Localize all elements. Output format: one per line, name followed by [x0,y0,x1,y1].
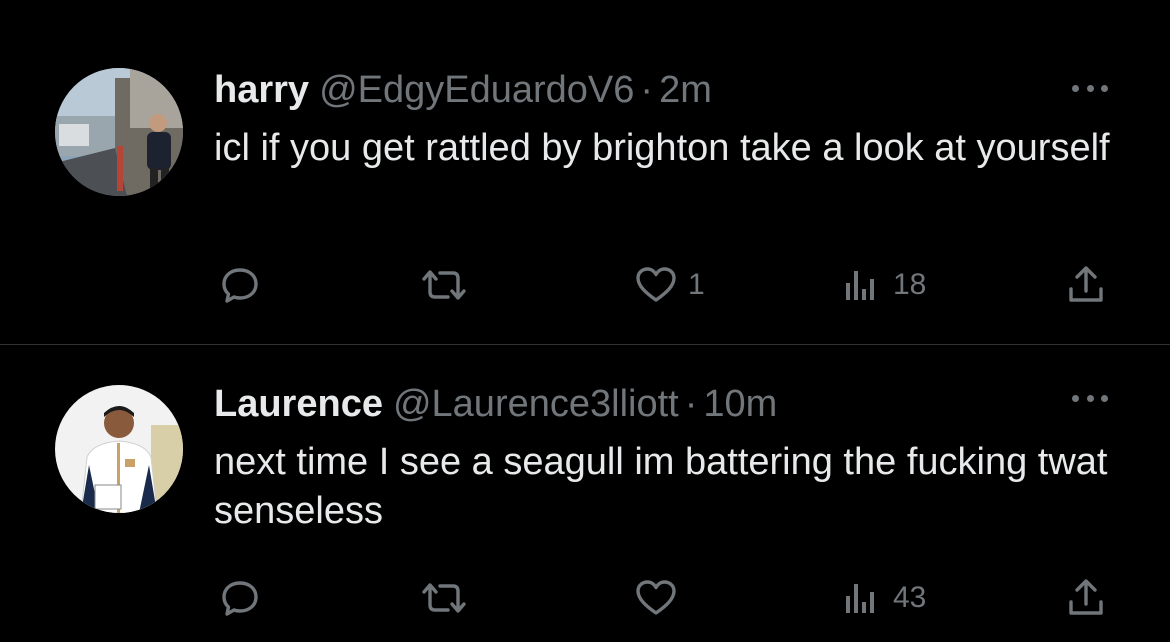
avatar[interactable] [55,68,183,196]
tweet-header: Laurence @Laurence3lliott · 10m [214,382,777,426]
views-icon [846,271,874,300]
display-name[interactable]: harry [214,68,309,112]
views-button[interactable]: 18 [843,265,926,305]
separator-dot: · [640,69,654,111]
more-icon[interactable] [1068,78,1112,98]
avatar[interactable] [55,385,183,513]
like-button[interactable] [634,578,688,618]
views-icon [846,584,874,613]
like-button[interactable]: 1 [634,265,705,305]
tweet-text: next time I see a seagull im battering t… [214,441,1108,532]
share-button[interactable] [1066,578,1106,618]
views-button[interactable]: 43 [843,578,926,618]
user-handle[interactable]: @EdgyEduardoV6 [319,68,634,112]
reply-button[interactable] [219,265,271,305]
view-count: 43 [893,581,927,614]
reply-icon [222,268,258,303]
tweet-feed: harry @EdgyEduardoV6 · 2m icl if you get… [0,0,1170,642]
view-count: 18 [893,268,927,301]
action-bar: 1 18 [0,265,1170,305]
share-icon [1069,579,1103,615]
reply-button[interactable] [219,578,271,618]
retweet-button[interactable] [418,265,480,305]
separator-dot: · [684,383,698,425]
tweet-text: icl if you get rattled by brighton take … [214,127,1110,169]
avatar-photo [55,385,183,513]
timestamp[interactable]: 2m [659,68,712,112]
retweet-button[interactable] [418,578,480,618]
like-count: 1 [688,268,705,301]
display-name[interactable]: Laurence [214,382,383,426]
reply-icon [222,581,258,616]
more-icon[interactable] [1068,388,1112,408]
avatar-photo [55,68,183,196]
heart-icon [636,267,676,302]
retweet-icon [422,270,466,300]
retweet-icon [422,583,466,613]
user-handle[interactable]: @Laurence3lliott [393,382,679,426]
heart-icon [636,580,676,615]
timestamp[interactable]: 10m [703,382,777,426]
tweet[interactable]: Laurence @Laurence3lliott · 10m next tim… [0,345,1170,642]
tweet-header: harry @EdgyEduardoV6 · 2m [214,68,712,112]
share-button[interactable] [1066,265,1106,305]
action-bar: 43 [0,578,1170,618]
tweet[interactable]: harry @EdgyEduardoV6 · 2m icl if you get… [0,0,1170,344]
share-icon [1069,266,1103,302]
